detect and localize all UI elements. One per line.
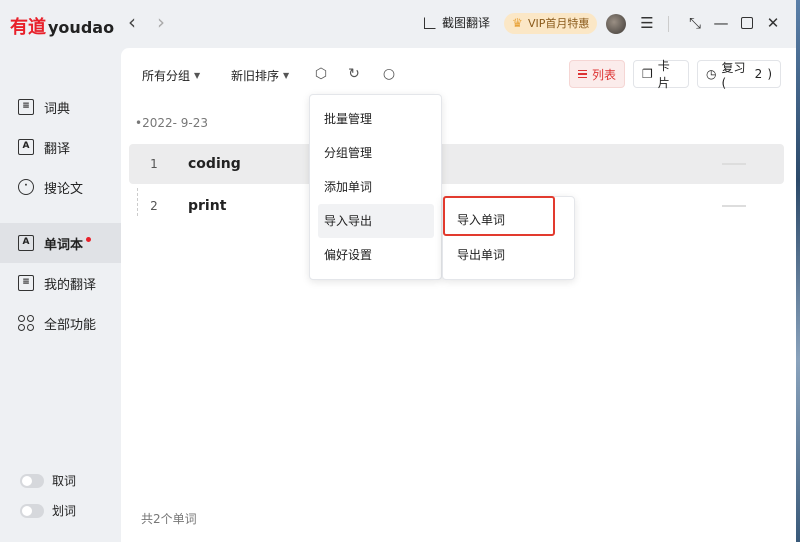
sidebar-item-dictionary[interactable]: ≡ 词典	[0, 87, 121, 127]
caret-down-icon: ▼	[194, 71, 201, 80]
settings-hex-icon[interactable]: ⬡	[313, 66, 329, 82]
youdao-logo: 有道 youdao	[10, 13, 115, 38]
selection-translate-toggle-row: 划词	[20, 502, 76, 519]
search-icon[interactable]: ○	[381, 66, 397, 82]
title-bar: 有道 youdao ‹ › 截图翻译 ♛ VIP首月特惠 ☰ ⤡ — ✕	[0, 0, 800, 48]
sidebar-item-label: 我的翻译	[44, 277, 97, 293]
row-word: print	[188, 198, 227, 214]
my-translation-icon: ≡	[18, 275, 34, 291]
row-number: 1	[150, 157, 158, 171]
sidebar-item-label: 词典	[44, 101, 71, 117]
card-icon: ❐	[642, 67, 653, 81]
chevron-left-icon[interactable]: ‹	[122, 12, 142, 33]
word-pick-toggle[interactable]	[20, 473, 44, 488]
row-word: coding	[188, 156, 241, 172]
translate-icon: A	[18, 139, 34, 155]
list-view-label: 列表	[592, 67, 617, 82]
vip-label: VIP首月特惠	[528, 17, 590, 30]
refresh-icon[interactable]: ↻	[346, 66, 362, 82]
screenshot-translate-button[interactable]: 截图翻译	[424, 14, 490, 31]
sidebar-item-search-paper[interactable]: · 搜论文	[0, 167, 121, 207]
minimize-icon[interactable]: —	[712, 14, 730, 32]
group-filter-dropdown[interactable]: 所有分组 ▼	[142, 67, 200, 84]
vip-promo-badge[interactable]: ♛ VIP首月特惠	[504, 13, 598, 34]
sort-order-dropdown[interactable]: 新旧排序 ▼	[231, 67, 289, 84]
sidebar-item-all-features[interactable]: 全部功能	[0, 303, 121, 343]
word-total-count: 共2个单词	[141, 512, 197, 526]
sidebar-item-label: 搜论文	[44, 181, 84, 197]
card-view-label: 卡片	[657, 59, 670, 90]
review-label: 复习(	[721, 60, 746, 90]
card-view-button[interactable]: ❐ 卡片	[633, 59, 689, 90]
date-group-header: •2022- 9-23	[135, 116, 208, 130]
selection-translate-toggle[interactable]	[20, 503, 44, 518]
wordbook-panel: 所有分组 ▼ 新旧排序 ▼ ⬡ ↻ ○ 列表 ❐ 卡片 ◷ 复习( 2 ) •2…	[121, 48, 796, 542]
titlebar-divider	[668, 16, 669, 32]
menu-item-group-manage[interactable]: 分组管理	[318, 136, 434, 170]
wordbook-icon: A	[18, 235, 34, 251]
list-view-button[interactable]: 列表	[569, 60, 625, 88]
sidebar-item-label: 单词本	[44, 237, 84, 253]
crop-icon	[424, 16, 436, 29]
sidebar-item-my-translation[interactable]: ≡ 我的翻译	[0, 263, 121, 303]
logo-text: youdao	[48, 18, 115, 37]
list-icon	[578, 69, 587, 79]
close-icon[interactable]: ✕	[764, 14, 782, 32]
pin-icon[interactable]: ⤡	[686, 14, 704, 32]
date-label: 2022- 9-23	[142, 116, 208, 130]
row-meaning-placeholder	[722, 163, 746, 165]
review-icon: ◷	[706, 67, 717, 81]
menu-item-import-export[interactable]: 导入导出	[318, 204, 434, 238]
row-number: 2	[150, 199, 158, 213]
review-count: 2	[754, 67, 763, 81]
table-row[interactable]: 1 coding	[129, 144, 784, 184]
all-features-icon	[18, 315, 34, 331]
selection-translate-label: 划词	[52, 504, 77, 518]
menu-item-preferences[interactable]: 偏好设置	[318, 238, 434, 272]
logo-mark: 有道	[10, 17, 46, 38]
caret-down-icon: ▼	[283, 71, 290, 80]
crown-icon: ♛	[512, 16, 523, 30]
screenshot-translate-label: 截图翻译	[442, 16, 491, 30]
chevron-right-icon[interactable]: ›	[151, 12, 171, 33]
sidebar-item-label: 全部功能	[44, 317, 97, 333]
sidebar-item-translate[interactable]: A 翻译	[0, 127, 121, 167]
sidebar-item-label: 翻译	[44, 141, 71, 157]
search-paper-icon: ·	[18, 179, 34, 195]
settings-menu: 批量管理 分组管理 添加单词 导入导出 偏好设置	[309, 94, 442, 280]
sidebar: ≡ 词典 A 翻译 · 搜论文 A 单词本 ≡ 我的翻译 全部功能 取词 划词	[0, 48, 121, 542]
menu-item-batch-manage[interactable]: 批量管理	[318, 102, 434, 136]
menu-item-add-word[interactable]: 添加单词	[318, 170, 434, 204]
sort-order-label: 新旧排序	[231, 69, 280, 83]
avatar[interactable]	[606, 14, 626, 34]
maximize-icon[interactable]	[738, 14, 756, 32]
menu-item-export-words[interactable]: 导出单词	[451, 238, 567, 272]
desktop-background-strip	[796, 0, 800, 542]
highlight-frame	[443, 196, 555, 236]
dictionary-icon: ≡	[18, 99, 34, 115]
notification-dot	[86, 236, 92, 242]
review-button[interactable]: ◷ 复习( 2 )	[697, 60, 781, 90]
menu-icon[interactable]: ☰	[638, 14, 656, 32]
review-close-paren: )	[767, 67, 772, 81]
row-meaning-placeholder	[722, 205, 746, 207]
group-filter-label: 所有分组	[142, 69, 191, 83]
word-pick-toggle-row: 取词	[20, 472, 76, 489]
word-pick-label: 取词	[52, 474, 77, 488]
sidebar-item-wordbook[interactable]: A 单词本	[0, 223, 121, 263]
